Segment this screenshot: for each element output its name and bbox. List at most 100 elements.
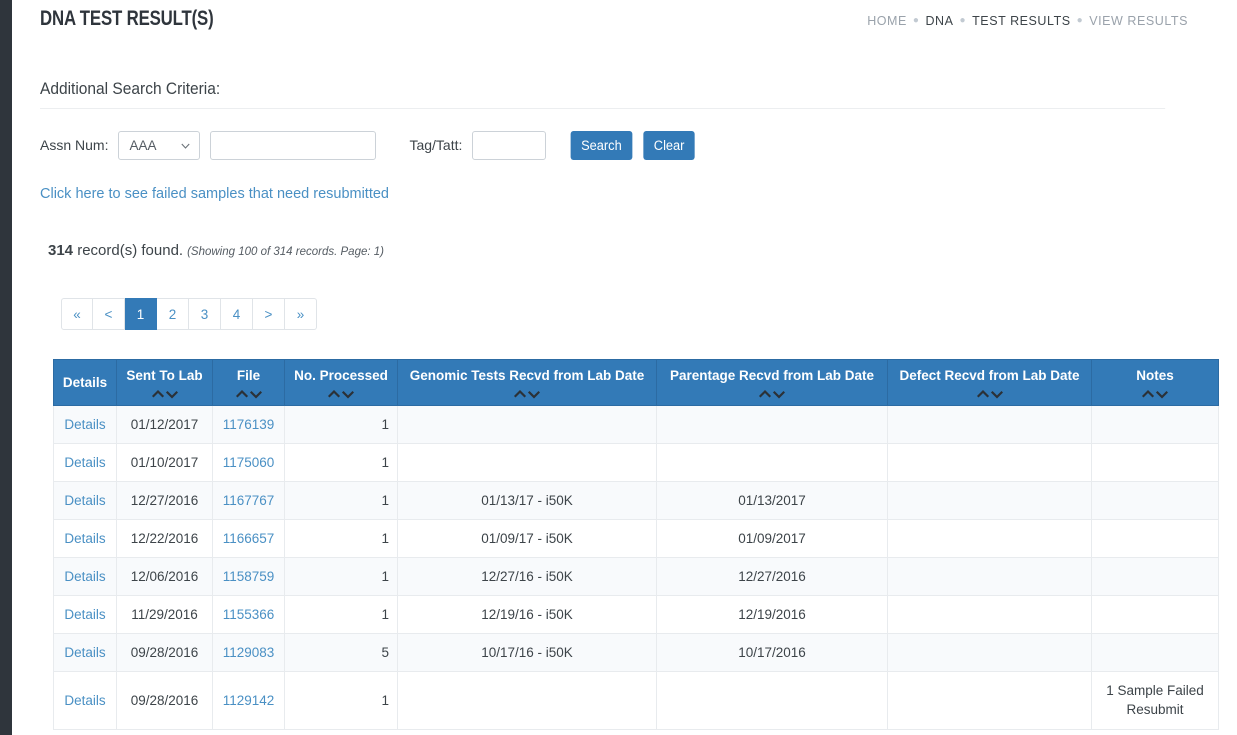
cell-file-link[interactable]: 1129083	[223, 645, 275, 660]
cell-details[interactable]: Details	[53, 594, 117, 634]
cell-sent-to-lab: 09/28/2016	[116, 670, 213, 731]
cell-sent-to-lab: 01/12/2017	[116, 404, 213, 444]
sort-toggle-icon[interactable]	[219, 388, 278, 399]
table-body: Details 01/12/2017 1176139 1 Details 01/10/20…	[53, 404, 1219, 731]
page-header: DNA TEST RESULT(S) HOME ● DNA ● TEST RESULTS…	[12, 0, 1237, 52]
cell-defect-date	[887, 442, 1092, 482]
failed-samples-link[interactable]: Click here to see failed samples that ne…	[40, 186, 389, 202]
cell-details[interactable]: Details	[53, 442, 117, 482]
pagination-button-»[interactable]: »	[285, 298, 317, 330]
cell-details[interactable]: Details	[53, 404, 117, 444]
cell-file-link[interactable]: 1166657	[223, 531, 275, 546]
cell-notes	[1091, 518, 1219, 558]
cell-details-link[interactable]: Details	[64, 693, 105, 708]
cell-file[interactable]: 1155366	[212, 594, 285, 634]
search-button[interactable]: Search	[571, 130, 633, 160]
column-header-no-processed[interactable]: No. Processed	[284, 359, 398, 406]
cell-no-processed: 1	[284, 480, 398, 520]
cell-details-link[interactable]: Details	[64, 645, 105, 660]
cell-file-link[interactable]: 1175060	[223, 455, 275, 470]
sort-toggle-icon[interactable]	[291, 388, 391, 399]
cell-genomic-tests-date: 12/19/16 - i50K	[397, 594, 657, 634]
cell-file[interactable]: 1176139	[212, 404, 285, 444]
cell-genomic-tests-date	[397, 670, 657, 731]
breadcrumb-item-dna[interactable]: DNA	[925, 14, 953, 28]
cell-file-link[interactable]: 1155366	[223, 607, 275, 622]
pagination-button-«[interactable]: «	[61, 298, 93, 330]
cell-no-processed: 1	[284, 404, 398, 444]
pagination-button->[interactable]: >	[253, 298, 285, 330]
column-header-label: Parentage Recvd from Lab Date	[669, 368, 875, 383]
pagination-button-4[interactable]: 4	[221, 298, 253, 330]
column-header-defect-recvd-from-lab-date[interactable]: Defect Recvd from Lab Date	[887, 359, 1092, 406]
pagination-button-2[interactable]: 2	[157, 298, 189, 330]
sort-toggle-icon[interactable]	[1098, 388, 1212, 399]
search-criteria-title: Additional Search Criteria:	[40, 80, 1166, 109]
breadcrumb-item-home[interactable]: HOME	[867, 14, 907, 28]
table-row: Details 01/12/2017 1176139 1	[53, 404, 1219, 444]
column-header-notes[interactable]: Notes	[1091, 359, 1219, 406]
breadcrumb: HOME ● DNA ● TEST RESULTS ● VIEW RESULTS	[867, 14, 1188, 28]
cell-details-link[interactable]: Details	[64, 417, 105, 432]
cell-parentage-date: 12/19/2016	[656, 594, 888, 634]
cell-details[interactable]: Details	[53, 480, 117, 520]
cell-details[interactable]: Details	[53, 670, 117, 731]
pagination-button-<[interactable]: <	[93, 298, 125, 330]
cell-parentage-date	[656, 404, 888, 444]
cell-file[interactable]: 1167767	[212, 480, 285, 520]
assn-num-select[interactable]: AAA	[118, 130, 201, 160]
cell-notes: 1 Sample Failed Resubmit	[1091, 670, 1219, 731]
breadcrumb-item-test-results[interactable]: TEST RESULTS	[972, 14, 1071, 28]
pagination-button-3[interactable]: 3	[189, 298, 221, 330]
table-row: Details 12/22/2016 1166657 1 01/09/17 - i50K…	[53, 518, 1219, 558]
cell-details[interactable]: Details	[53, 556, 117, 596]
clear-button[interactable]: Clear	[643, 130, 696, 160]
cell-file[interactable]: 1175060	[212, 442, 285, 482]
sort-toggle-icon[interactable]	[404, 388, 650, 399]
cell-details[interactable]: Details	[53, 518, 117, 558]
tag-tatt-input[interactable]	[472, 130, 547, 160]
cell-parentage-date: 01/09/2017	[656, 518, 888, 558]
table-row: Details 09/28/2016 1129142 1 1 Sample Failed…	[53, 670, 1219, 731]
sort-toggle-icon[interactable]	[663, 388, 881, 399]
cell-file-link[interactable]: 1129142	[223, 693, 275, 708]
column-header-file[interactable]: File	[212, 359, 285, 406]
column-header-label: File	[236, 368, 261, 383]
sort-toggle-icon[interactable]	[123, 388, 206, 399]
cell-details-link[interactable]: Details	[64, 493, 105, 508]
cell-details-link[interactable]: Details	[64, 607, 105, 622]
cell-parentage-date	[656, 670, 888, 731]
table-row: Details 11/29/2016 1155366 1 12/19/16 - i50K…	[53, 594, 1219, 634]
breadcrumb-item-view-results[interactable]: VIEW RESULTS	[1089, 14, 1188, 28]
column-header-genomic-tests-recvd-from-lab-date[interactable]: Genomic Tests Recvd from Lab Date	[397, 359, 657, 406]
cell-file[interactable]: 1129083	[212, 632, 285, 672]
column-header-parentage-recvd-from-lab-date[interactable]: Parentage Recvd from Lab Date	[656, 359, 888, 406]
cell-genomic-tests-date	[397, 404, 657, 444]
page-title: DNA TEST RESULT(S)	[40, 7, 214, 30]
assn-num-select-value: AAA	[129, 137, 157, 153]
breadcrumb-separator-icon: ●	[1076, 15, 1084, 26]
cell-details-link[interactable]: Details	[64, 531, 105, 546]
cell-file[interactable]: 1129142	[212, 670, 285, 731]
assn-num-input[interactable]	[210, 130, 377, 160]
sort-toggle-icon[interactable]	[894, 388, 1085, 399]
cell-no-processed: 1	[284, 518, 398, 558]
cell-details-link[interactable]: Details	[64, 569, 105, 584]
cell-file-link[interactable]: 1167767	[223, 493, 275, 508]
cell-details-link[interactable]: Details	[64, 455, 105, 470]
record-count-number: 314	[48, 242, 74, 259]
cell-notes	[1091, 442, 1219, 482]
cell-file[interactable]: 1158759	[212, 556, 285, 596]
cell-defect-date	[887, 670, 1092, 731]
cell-file-link[interactable]: 1176139	[223, 417, 275, 432]
page-content: DNA TEST RESULT(S) HOME ● DNA ● TEST RESULTS…	[12, 0, 1237, 735]
cell-file-link[interactable]: 1158759	[223, 569, 275, 584]
column-header-sent-to-lab[interactable]: Sent To Lab	[116, 359, 213, 406]
cell-file[interactable]: 1166657	[212, 518, 285, 558]
pagination: «<1 2 3 4 >»	[61, 298, 317, 330]
table-header-row: Details Sent To Lab File No. Processed Genom…	[53, 359, 1219, 406]
cell-no-processed: 1	[284, 442, 398, 482]
cell-genomic-tests-date: 01/09/17 - i50K	[397, 518, 657, 558]
cell-details[interactable]: Details	[53, 632, 117, 672]
pagination-button-1[interactable]: 1	[125, 298, 157, 330]
